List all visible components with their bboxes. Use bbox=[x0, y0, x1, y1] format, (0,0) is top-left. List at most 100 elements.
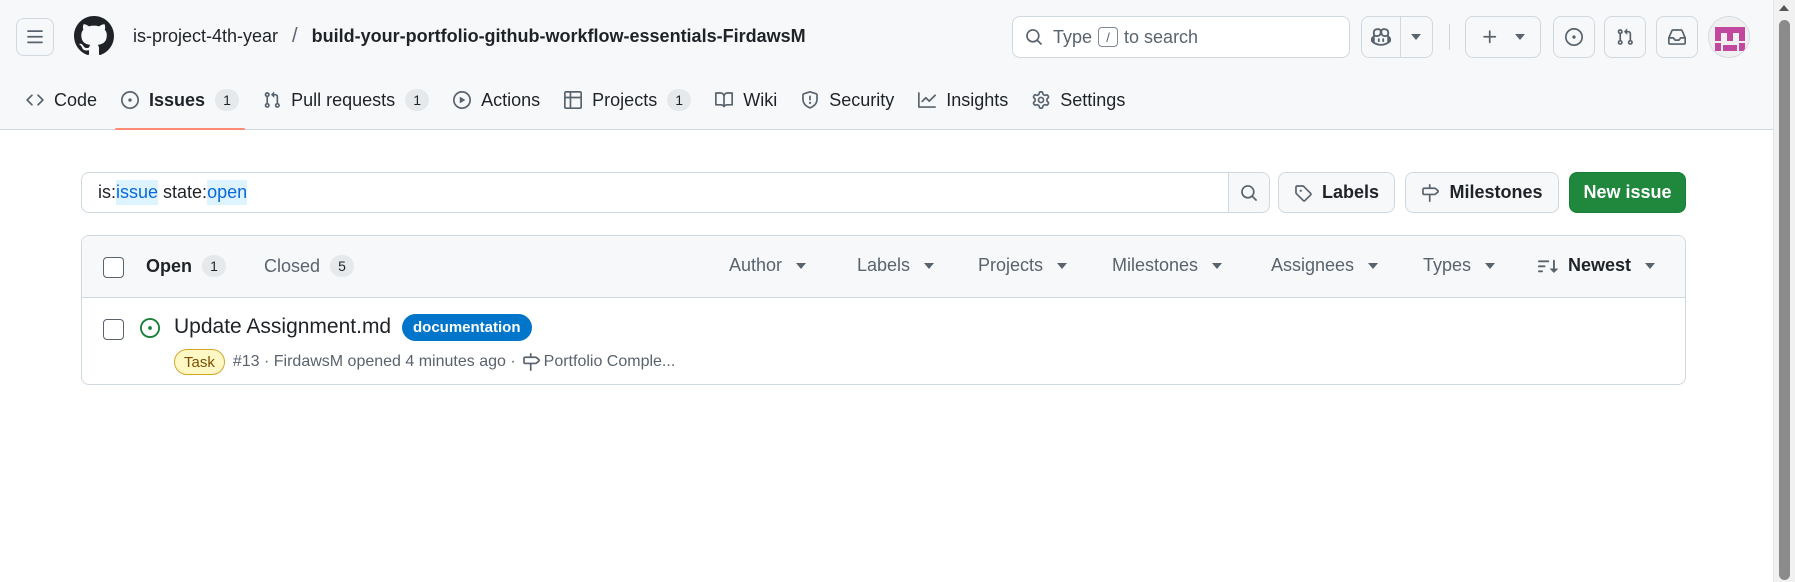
tab-projects[interactable]: Projects 1 bbox=[552, 78, 703, 122]
issue-milestone-label: Portfolio Comple... bbox=[543, 353, 676, 370]
milestones-button[interactable]: Milestones bbox=[1405, 172, 1559, 213]
projects-filter-label: Projects bbox=[978, 255, 1044, 275]
chevron-down-icon bbox=[1411, 34, 1422, 40]
breadcrumb-repo-link[interactable]: build-your-portfolio-github-workflow-ess… bbox=[312, 26, 806, 47]
pulls-counter: 1 bbox=[405, 89, 430, 111]
issue-select-checkbox[interactable] bbox=[103, 319, 124, 340]
tab-actions[interactable]: Actions bbox=[441, 78, 552, 122]
tag-icon bbox=[1295, 184, 1312, 202]
git-pull-request-icon bbox=[1617, 28, 1633, 45]
tab-insights[interactable]: Insights bbox=[906, 78, 1020, 122]
tab-actions-label: Actions bbox=[481, 89, 541, 110]
closed-issues-tab[interactable]: Closed 5 bbox=[264, 255, 355, 277]
global-search-input[interactable]: Type / to search bbox=[1012, 16, 1350, 58]
tab-insights-label: Insights bbox=[946, 89, 1009, 110]
your-issues-button[interactable] bbox=[1553, 16, 1595, 58]
issues-counter: 1 bbox=[215, 89, 240, 111]
chevron-down-icon bbox=[1212, 262, 1223, 269]
notifications-button[interactable] bbox=[1656, 16, 1698, 58]
chevron-down-icon bbox=[1645, 262, 1656, 269]
assignees-filter-dropdown[interactable]: Assignees bbox=[1271, 255, 1379, 276]
sort-dropdown[interactable]: Newest bbox=[1538, 255, 1656, 276]
projects-counter: 1 bbox=[667, 89, 692, 111]
issue-title-link[interactable]: Update Assignment.md bbox=[174, 315, 391, 339]
milestone-icon bbox=[1422, 183, 1440, 202]
filter-search-button[interactable] bbox=[1228, 172, 1270, 213]
types-filter-dropdown[interactable]: Types bbox=[1423, 255, 1496, 276]
assignees-filter-label: Assignees bbox=[1271, 255, 1355, 275]
search-icon bbox=[1025, 28, 1043, 46]
tab-pull-requests-label: Pull requests bbox=[291, 89, 396, 110]
tab-code[interactable]: Code bbox=[14, 78, 109, 122]
search-icon bbox=[1241, 184, 1257, 201]
issue-filter-input[interactable]: is: issue state: open bbox=[81, 172, 1229, 213]
copilot-dropdown-button[interactable] bbox=[1401, 17, 1432, 57]
tab-issues[interactable]: Issues 1 bbox=[109, 78, 251, 130]
hamburger-menu-button[interactable] bbox=[16, 18, 54, 56]
repo-nav: Code Issues 1 Pull requests 1 Actions Pr… bbox=[14, 78, 1137, 130]
user-avatar[interactable] bbox=[1708, 16, 1750, 58]
gear-icon bbox=[1032, 91, 1050, 109]
tab-wiki[interactable]: Wiki bbox=[703, 78, 789, 122]
issue-milestone-link[interactable]: Portfolio Comple... bbox=[522, 353, 676, 371]
query-state-key: state: bbox=[158, 182, 208, 202]
search-shortcut-key: / bbox=[1098, 27, 1119, 47]
scrollbar-thumb[interactable] bbox=[1779, 20, 1790, 580]
milestones-filter-dropdown[interactable]: Milestones bbox=[1112, 255, 1223, 276]
new-issue-button[interactable]: New issue bbox=[1569, 172, 1686, 213]
create-new-button[interactable] bbox=[1465, 16, 1541, 58]
breadcrumb-owner-link[interactable]: is-project-4th-year bbox=[133, 26, 278, 47]
inbox-icon bbox=[1668, 29, 1686, 45]
issue-meta: Task #13 · FirdawsM opened 4 minutes ago… bbox=[174, 349, 675, 375]
issues-list: Open 1 Closed 5 Author Labels Projects M… bbox=[81, 235, 1686, 385]
tab-issues-label: Issues bbox=[149, 89, 206, 110]
query-is-value: issue bbox=[116, 180, 159, 205]
closed-label: Closed bbox=[264, 255, 321, 276]
search-placeholder-suffix: to search bbox=[1124, 26, 1199, 47]
copilot-button[interactable] bbox=[1362, 17, 1401, 57]
github-logo-icon[interactable] bbox=[74, 16, 114, 56]
git-pull-request-icon bbox=[264, 91, 280, 108]
labels-filter-label: Labels bbox=[857, 255, 911, 275]
author-filter-label: Author bbox=[729, 255, 783, 275]
query-is-key: is: bbox=[98, 182, 116, 202]
tab-code-label: Code bbox=[54, 89, 98, 110]
issue-row[interactable]: Update Assignment.md documentation Task … bbox=[82, 298, 1685, 384]
chevron-down-icon bbox=[1057, 262, 1068, 269]
page-scrollbar[interactable] bbox=[1773, 0, 1795, 582]
search-placeholder-prefix: Type bbox=[1053, 26, 1093, 47]
scroll-up-arrow-icon[interactable] bbox=[1779, 5, 1789, 11]
author-filter-dropdown[interactable]: Author bbox=[729, 255, 807, 276]
issue-meta-text: #13 · FirdawsM opened 4 minutes ago · bbox=[232, 353, 516, 370]
chevron-down-icon bbox=[924, 262, 935, 269]
tab-settings-label: Settings bbox=[1060, 89, 1126, 110]
open-issues-tab[interactable]: Open 1 bbox=[146, 255, 227, 277]
tab-projects-label: Projects bbox=[592, 89, 658, 110]
labels-button[interactable]: Labels bbox=[1278, 172, 1395, 213]
issue-label-documentation[interactable]: documentation bbox=[402, 314, 532, 341]
tab-pull-requests[interactable]: Pull requests 1 bbox=[251, 78, 441, 122]
global-bar: is-project-4th-year / build-your-portfol… bbox=[0, 0, 1773, 72]
header-divider bbox=[1449, 24, 1450, 50]
sort-desc-icon bbox=[1538, 259, 1558, 273]
tab-wiki-label: Wiki bbox=[743, 89, 778, 110]
issues-list-header: Open 1 Closed 5 Author Labels Projects M… bbox=[82, 236, 1685, 298]
tab-security[interactable]: Security bbox=[789, 78, 906, 122]
issue-opened-icon bbox=[140, 318, 160, 343]
new-issue-button-label: New issue bbox=[1583, 182, 1672, 202]
chevron-down-icon bbox=[1368, 262, 1379, 269]
app-header: is-project-4th-year / build-your-portfol… bbox=[0, 0, 1773, 130]
book-icon bbox=[715, 92, 734, 108]
select-all-checkbox[interactable] bbox=[103, 257, 124, 278]
tab-settings[interactable]: Settings bbox=[1020, 78, 1137, 122]
plus-icon bbox=[1483, 30, 1497, 44]
labels-filter-dropdown[interactable]: Labels bbox=[857, 255, 935, 276]
graph-icon bbox=[918, 92, 937, 108]
code-icon bbox=[26, 94, 44, 106]
milestones-filter-label: Milestones bbox=[1112, 255, 1199, 275]
breadcrumb: is-project-4th-year / build-your-portfol… bbox=[133, 25, 806, 48]
copilot-button-group bbox=[1361, 16, 1433, 58]
chevron-down-icon bbox=[1485, 262, 1496, 269]
projects-filter-dropdown[interactable]: Projects bbox=[978, 255, 1068, 276]
your-pull-requests-button[interactable] bbox=[1604, 16, 1646, 58]
